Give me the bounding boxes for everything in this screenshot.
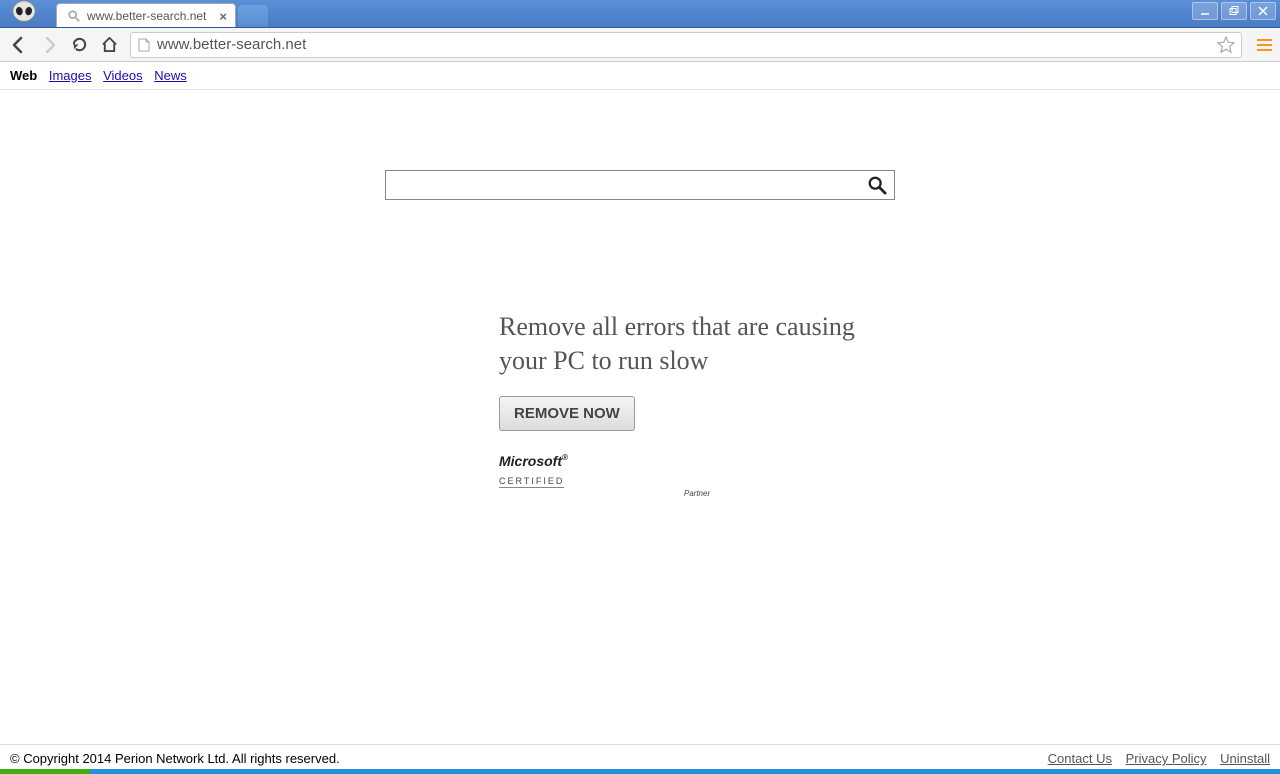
tab-close-button[interactable]: × bbox=[219, 9, 227, 24]
reload-icon bbox=[71, 36, 88, 53]
window-controls bbox=[1192, 2, 1276, 20]
nav-item-news[interactable]: News bbox=[154, 68, 187, 83]
address-bar[interactable] bbox=[130, 32, 1242, 58]
home-button[interactable] bbox=[96, 32, 122, 58]
search-category-nav: Web Images Videos News bbox=[0, 62, 1280, 90]
nav-item-web[interactable]: Web bbox=[10, 68, 37, 83]
nav-item-videos[interactable]: Videos bbox=[103, 68, 143, 83]
taskbar-sliver bbox=[0, 769, 1280, 774]
advertisement-block: Remove all errors that are causing your … bbox=[385, 310, 895, 498]
remove-now-button[interactable]: REMOVE NOW bbox=[499, 396, 635, 431]
back-button[interactable] bbox=[6, 32, 32, 58]
os-logo bbox=[0, 0, 48, 27]
search-button[interactable] bbox=[860, 171, 894, 199]
page-main: Remove all errors that are causing your … bbox=[0, 90, 1280, 498]
home-icon bbox=[101, 36, 118, 53]
address-input[interactable] bbox=[157, 36, 1217, 53]
alien-icon bbox=[5, 0, 43, 27]
maximize-button[interactable] bbox=[1221, 2, 1247, 20]
search-favicon-icon bbox=[67, 9, 81, 23]
nav-item-images[interactable]: Images bbox=[49, 68, 92, 83]
logo-brand: Microsoft bbox=[499, 453, 562, 469]
footer-link-privacy[interactable]: Privacy Policy bbox=[1126, 751, 1207, 766]
search-icon bbox=[867, 175, 887, 195]
copyright-text: © Copyright 2014 Perion Network Ltd. All… bbox=[10, 751, 340, 766]
tab-title: www.better-search.net bbox=[87, 9, 206, 23]
reload-button[interactable] bbox=[66, 32, 92, 58]
ad-headline: Remove all errors that are causing your … bbox=[499, 310, 895, 378]
arrow-right-icon bbox=[40, 36, 58, 54]
microsoft-certified-logo: Microsoft® CERTIFIED Partner bbox=[499, 453, 895, 498]
page-icon bbox=[137, 38, 151, 52]
browser-tab[interactable]: www.better-search.net × bbox=[56, 3, 236, 27]
browser-toolbar bbox=[0, 28, 1280, 62]
search-box bbox=[385, 170, 895, 200]
forward-button[interactable] bbox=[36, 32, 62, 58]
search-input[interactable] bbox=[386, 171, 860, 199]
browser-titlebar: www.better-search.net × bbox=[0, 0, 1280, 28]
close-window-button[interactable] bbox=[1250, 2, 1276, 20]
footer-link-contact[interactable]: Contact Us bbox=[1048, 751, 1112, 766]
hamburger-icon bbox=[1257, 39, 1272, 41]
footer-links: Contact Us Privacy Policy Uninstall bbox=[1038, 751, 1270, 766]
new-tab-button[interactable] bbox=[238, 5, 268, 27]
bookmark-star-icon[interactable] bbox=[1217, 36, 1235, 54]
logo-certified: CERTIFIED bbox=[499, 476, 564, 488]
page-footer: © Copyright 2014 Perion Network Ltd. All… bbox=[0, 744, 1280, 768]
logo-partner: Partner bbox=[499, 489, 895, 498]
minimize-button[interactable] bbox=[1192, 2, 1218, 20]
arrow-left-icon bbox=[10, 36, 28, 54]
browser-menu-button[interactable] bbox=[1254, 39, 1274, 51]
footer-link-uninstall[interactable]: Uninstall bbox=[1220, 751, 1270, 766]
